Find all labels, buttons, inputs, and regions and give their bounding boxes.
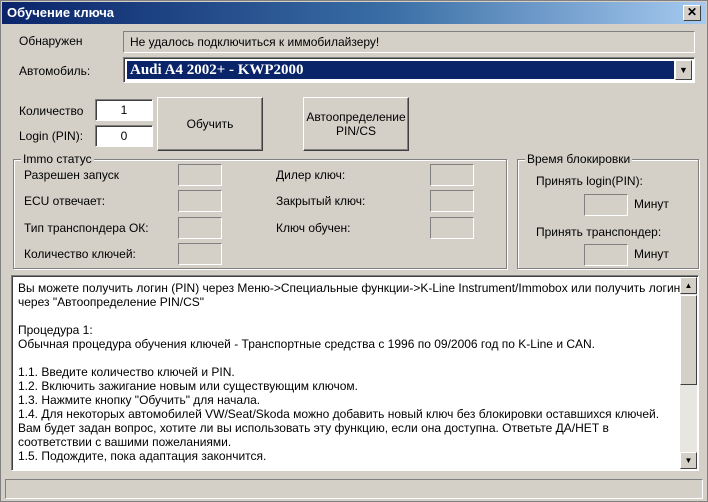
car-selected-value: Audi A4 2002+ - KWP2000	[127, 61, 674, 79]
immo-ecu-responds-indicator	[178, 190, 222, 212]
immo-ecu-responds-label: ECU отвечает:	[24, 194, 106, 208]
accept-transponder-label: Принять транспондер:	[536, 225, 662, 239]
instruction-line: 1.1. Введите количество ключей и PIN.	[18, 365, 235, 379]
chevron-down-icon: ▼	[679, 65, 688, 75]
key-learning-window: Обучение ключа ✕ Обнаружен Не удалось по…	[0, 0, 708, 502]
close-button[interactable]: ✕	[683, 5, 701, 21]
immo-key-count-label: Количество ключей:	[24, 247, 136, 261]
immo-locked-key-indicator	[430, 190, 474, 212]
login-pin-input[interactable]: 0	[95, 125, 153, 147]
quantity-input[interactable]: 1	[95, 99, 153, 121]
autodetect-button-label-line1: Автоопределение	[306, 110, 406, 124]
status-bar	[5, 479, 703, 499]
instruction-line	[18, 309, 682, 323]
scroll-up-button[interactable]: ▲	[680, 277, 697, 294]
accept-login-minutes-field	[584, 194, 628, 216]
instructions-scrollbar[interactable]: ▲ ▼	[680, 277, 697, 469]
immo-transponder-type-label: Тип транспондера ОК:	[24, 221, 149, 235]
accept-transponder-minutes-field	[584, 244, 628, 266]
immo-transponder-type-indicator	[178, 217, 222, 239]
immo-key-learned-indicator	[430, 217, 474, 239]
immo-dealer-key-indicator	[430, 164, 474, 186]
title-bar[interactable]: Обучение ключа ✕	[2, 2, 706, 24]
accept-transponder-unit: Минут	[634, 247, 669, 261]
accept-login-unit: Минут	[634, 197, 669, 211]
car-select-dropdown-button[interactable]: ▼	[675, 60, 692, 80]
instruction-line	[18, 351, 682, 365]
immo-start-allowed-indicator	[178, 164, 222, 186]
lock-time-group: Время блокировки Принять login(PIN): Мин…	[517, 152, 699, 269]
instruction-line: 1.5. Подождите, пока адаптация закончитс…	[18, 449, 267, 463]
immo-status-legend: Immo статус	[21, 152, 94, 166]
scroll-down-button[interactable]: ▼	[680, 452, 697, 469]
arrow-up-icon: ▲	[684, 281, 693, 290]
immo-start-allowed-label: Разрешен запуск	[24, 168, 120, 182]
immo-key-learned-label: Ключ обучен:	[276, 221, 351, 235]
detected-label: Обнаружен	[19, 34, 83, 48]
instruction-line: 1.3. Нажмите кнопку "Обучить" для начала…	[18, 393, 261, 407]
immo-dealer-key-label: Дилер ключ:	[276, 168, 346, 182]
immo-key-count-indicator	[178, 243, 222, 265]
lock-time-legend: Время блокировки	[525, 152, 633, 166]
autodetect-pin-button[interactable]: Автоопределение PIN/CS	[303, 97, 409, 151]
close-icon: ✕	[686, 5, 698, 19]
arrow-down-icon: ▼	[684, 456, 693, 465]
learn-button[interactable]: Обучить	[157, 97, 263, 151]
scroll-thumb[interactable]	[680, 295, 697, 385]
car-label: Автомобиль:	[19, 64, 91, 78]
instruction-line: Обычная процедура обучения ключей - Тран…	[18, 337, 596, 351]
window-title: Обучение ключа	[7, 5, 114, 20]
instruction-line: 1.4. Для некоторых автомобилей VW/Seat/S…	[18, 407, 663, 449]
instruction-line: 1.2. Включить зажигание новым или сущест…	[18, 379, 358, 393]
immo-locked-key-label: Закрытый ключ:	[276, 194, 366, 208]
immo-status-group: Immo статус Разрешен запуск ECU отвечает…	[13, 152, 507, 269]
quantity-label: Количество	[19, 104, 84, 118]
car-select[interactable]: Audi A4 2002+ - KWP2000 ▼	[123, 57, 695, 83]
instructions-content: Вы можете получить логин (PIN) через Мен…	[18, 281, 682, 463]
autodetect-button-label-line2: PIN/CS	[335, 124, 376, 138]
learn-button-label: Обучить	[186, 117, 234, 131]
instruction-line: Вы можете получить логин (PIN) через Мен…	[18, 281, 681, 309]
status-message: Не удалось подключиться к иммобилайзеру!	[123, 31, 695, 53]
instructions-text-area[interactable]: Вы можете получить логин (PIN) через Мен…	[11, 275, 699, 471]
status-message-text: Не удалось подключиться к иммобилайзеру!	[130, 35, 380, 49]
accept-login-label: Принять login(PIN):	[536, 174, 643, 188]
instruction-line: Процедура 1:	[18, 323, 93, 337]
login-label: Login (PIN):	[19, 129, 84, 143]
